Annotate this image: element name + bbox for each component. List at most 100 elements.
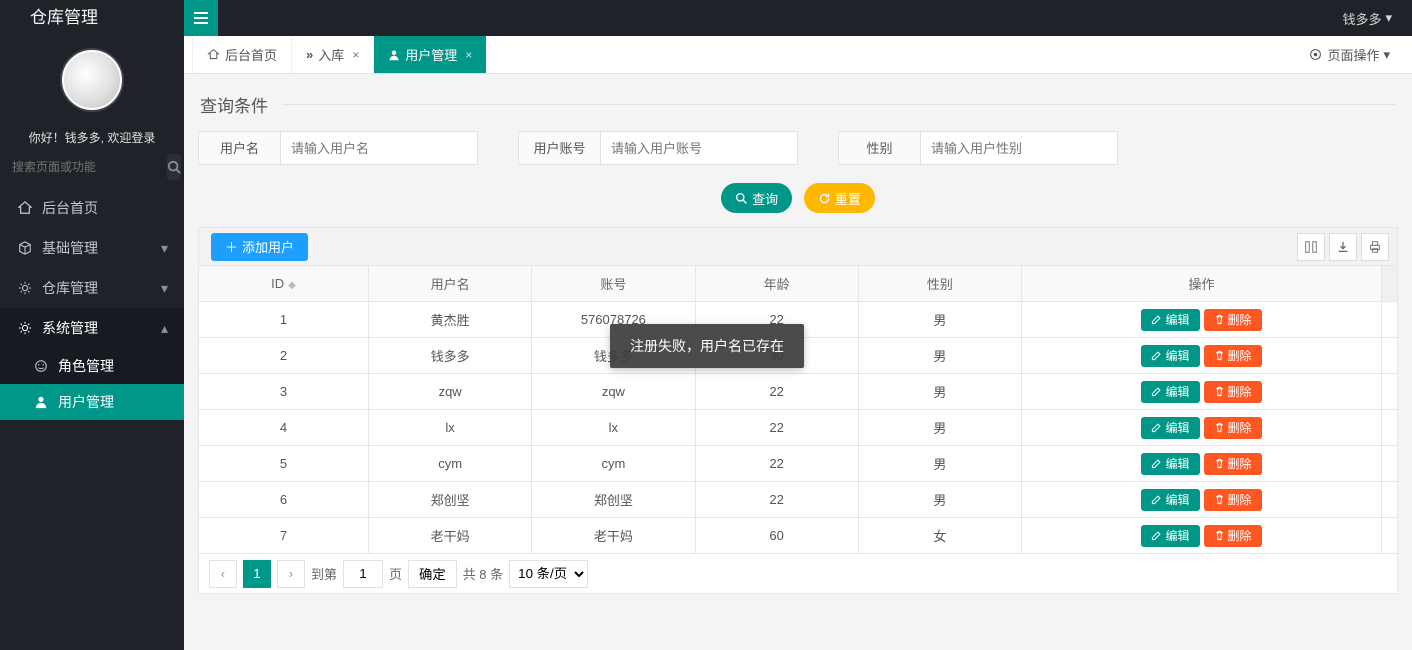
search-input[interactable]	[12, 154, 167, 180]
columns-icon	[1304, 240, 1318, 254]
cell-gender: 男	[858, 338, 1021, 374]
page-size-select[interactable]: 10 条/页	[509, 560, 588, 588]
sidebar-item-label: 仓库管理	[42, 278, 98, 298]
edit-button[interactable]: 编辑	[1141, 381, 1199, 403]
sidebar-item-user[interactable]: 用户管理	[0, 384, 184, 420]
tab-label: 入库	[318, 45, 344, 64]
cell-id: 1	[199, 302, 369, 338]
edit-button[interactable]: 编辑	[1141, 489, 1199, 511]
edit-button[interactable]: 编辑	[1141, 417, 1199, 439]
delete-button[interactable]: 删除	[1204, 345, 1262, 367]
goto-confirm-button[interactable]: 确定	[408, 560, 457, 588]
hamburger-icon	[194, 12, 208, 24]
cell-age: 22	[695, 482, 858, 518]
print-button[interactable]	[1361, 233, 1389, 261]
tab-user-mgmt[interactable]: 用户管理 ×	[374, 36, 486, 73]
home-icon	[207, 48, 220, 61]
edit-button[interactable]: 编辑	[1141, 345, 1199, 367]
cell-age: 22	[695, 410, 858, 446]
table-row: 5cymcym22男编辑删除	[199, 446, 1398, 482]
cell-ops: 编辑删除	[1022, 518, 1382, 554]
trash-icon	[1214, 422, 1225, 433]
search-button[interactable]: 查询	[721, 183, 792, 213]
top-bar: 仓库管理 钱多多 ▾	[0, 0, 1412, 36]
delete-button[interactable]: 删除	[1204, 381, 1262, 403]
cell-username: 老干妈	[369, 518, 532, 554]
filter-row: 用户名 用户账号 性别	[198, 131, 1398, 165]
account-input[interactable]	[601, 131, 798, 165]
delete-button[interactable]: 删除	[1204, 417, 1262, 439]
export-button[interactable]	[1329, 233, 1357, 261]
cell-gender: 男	[858, 446, 1021, 482]
sidebar-toggle-button[interactable]	[184, 0, 218, 36]
sidebar-item-warehouse[interactable]: 仓库管理 ▾	[0, 268, 184, 308]
columns-button[interactable]	[1297, 233, 1325, 261]
user-menu[interactable]: 钱多多 ▾	[1322, 0, 1412, 36]
search-button[interactable]	[167, 154, 181, 180]
sidebar-item-role[interactable]: 角色管理	[0, 348, 184, 384]
edit-button[interactable]: 编辑	[1141, 309, 1199, 331]
toast-message: 注册失败，用户名已存在	[610, 324, 804, 368]
page-number-button[interactable]: 1	[243, 560, 271, 588]
edit-button[interactable]: 编辑	[1141, 525, 1199, 547]
face-icon	[32, 359, 50, 373]
cell-gender: 男	[858, 302, 1021, 338]
delete-button[interactable]: 删除	[1204, 453, 1262, 475]
delete-button[interactable]: 删除	[1204, 525, 1262, 547]
delete-button[interactable]: 删除	[1204, 489, 1262, 511]
pager-total: 共 8 条	[463, 564, 503, 583]
scroll-cell	[1382, 374, 1398, 410]
edit-button[interactable]: 编辑	[1141, 453, 1199, 475]
avatar-block	[0, 36, 184, 119]
cell-username: 黄杰胜	[369, 302, 532, 338]
username-input[interactable]	[281, 131, 478, 165]
edit-icon	[1151, 350, 1162, 361]
filter-label: 用户账号	[518, 131, 601, 165]
app-title: 仓库管理	[0, 0, 184, 36]
button-label: 添加用户	[242, 237, 294, 256]
gender-input[interactable]	[921, 131, 1118, 165]
add-user-button[interactable]: ＋ 添加用户	[211, 233, 308, 261]
scroll-cell	[1382, 302, 1398, 338]
gear-icon	[16, 281, 34, 295]
th-id[interactable]: ID◆	[199, 266, 369, 302]
filter-label: 用户名	[198, 131, 281, 165]
delete-button[interactable]: 删除	[1204, 309, 1262, 331]
sidebar-item-home[interactable]: 后台首页	[0, 188, 184, 228]
prev-page-button[interactable]: ‹	[209, 560, 237, 588]
cell-id: 2	[199, 338, 369, 374]
sort-icon: ◆	[288, 280, 296, 291]
cell-id: 6	[199, 482, 369, 518]
avatar[interactable]	[62, 50, 122, 110]
tab-inbound[interactable]: » 入库 ×	[292, 36, 374, 73]
close-icon[interactable]: ×	[352, 48, 359, 62]
scroll-cell	[1382, 338, 1398, 374]
page-ops-menu[interactable]: 页面操作 ▾	[1309, 36, 1404, 73]
users-table: ID◆ 用户名 账号 年龄 性别 操作 1黄杰胜57607872622男编辑删除…	[198, 265, 1398, 554]
cell-account: lx	[532, 410, 695, 446]
edit-icon	[1151, 458, 1162, 469]
user-icon	[388, 49, 400, 61]
topbar-spacer	[218, 0, 1322, 36]
table-header-row: ID◆ 用户名 账号 年龄 性别 操作	[199, 266, 1398, 302]
cell-age: 22	[695, 374, 858, 410]
sidebar-item-system[interactable]: 系统管理 ▴	[0, 308, 184, 348]
tab-home[interactable]: 后台首页	[192, 36, 292, 73]
reset-button[interactable]: 重置	[804, 183, 875, 213]
sidebar-item-label: 用户管理	[58, 392, 114, 412]
goto-page-input[interactable]	[343, 560, 383, 588]
cell-account: cym	[532, 446, 695, 482]
cell-account: zqw	[532, 374, 695, 410]
caret-down-icon: ▾	[1383, 47, 1390, 63]
fieldset-title: 查询条件	[200, 92, 1396, 117]
sidebar-item-label: 后台首页	[42, 198, 98, 218]
trash-icon	[1214, 386, 1225, 397]
cell-ops: 编辑删除	[1022, 446, 1382, 482]
sidebar-item-base[interactable]: 基础管理 ▾	[0, 228, 184, 268]
cell-id: 7	[199, 518, 369, 554]
next-page-button[interactable]: ›	[277, 560, 305, 588]
cell-id: 5	[199, 446, 369, 482]
trash-icon	[1214, 314, 1225, 325]
filter-gender: 性别	[838, 131, 1118, 165]
close-icon[interactable]: ×	[465, 48, 472, 62]
